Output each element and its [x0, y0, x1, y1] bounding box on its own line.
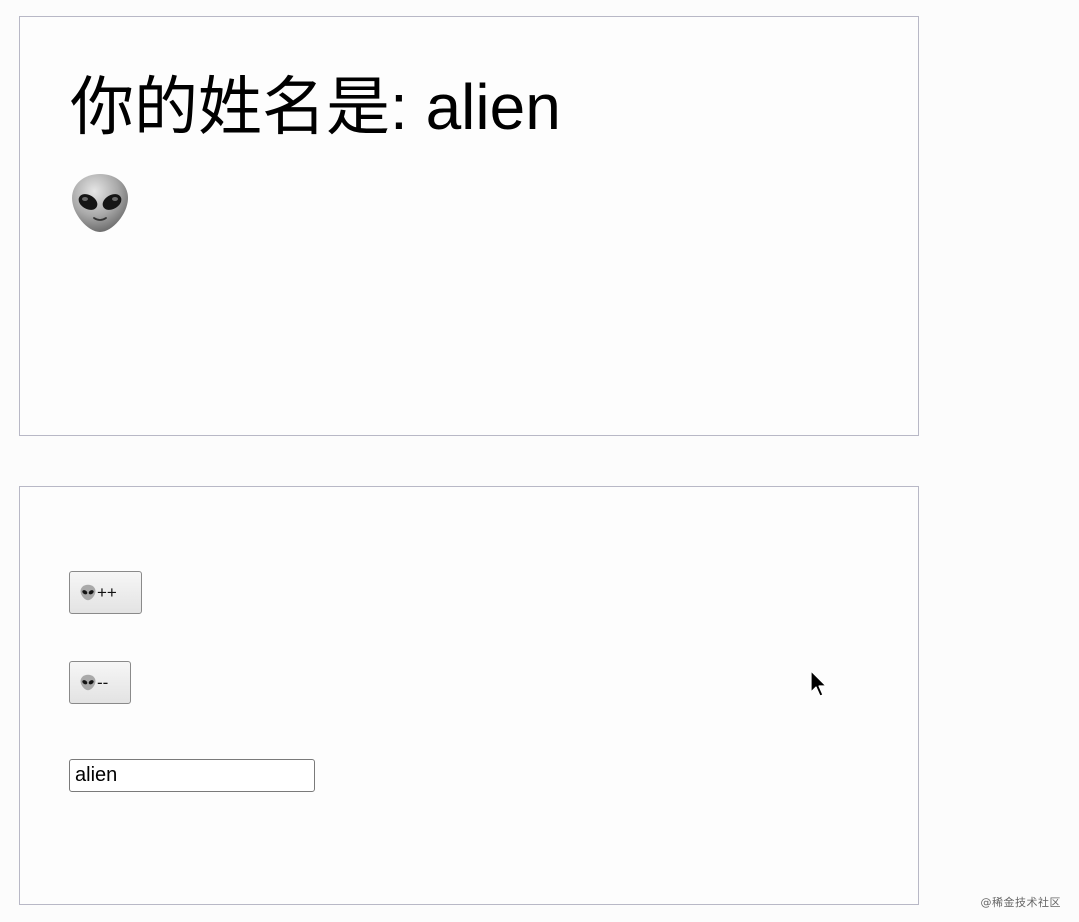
- mouse-pointer-icon: [810, 670, 827, 697]
- alien-face-icon: [80, 584, 96, 601]
- increment-button[interactable]: ++: [69, 571, 142, 614]
- name-label: 你的姓名是:: [70, 71, 426, 143]
- alien-face-icon: [80, 674, 96, 691]
- watermark: @稀金技术社区: [980, 896, 1061, 909]
- alien-face-icon: [72, 174, 128, 232]
- name-heading: 你的姓名是: alien: [70, 69, 561, 146]
- name-value: alien: [425, 71, 561, 143]
- increment-label: ++: [97, 582, 117, 602]
- decrement-label: --: [97, 672, 109, 692]
- name-input[interactable]: [69, 759, 315, 792]
- display-panel: 你的姓名是: alien: [19, 16, 919, 436]
- controls-panel: ++ --: [19, 486, 919, 905]
- decrement-button[interactable]: --: [69, 661, 131, 704]
